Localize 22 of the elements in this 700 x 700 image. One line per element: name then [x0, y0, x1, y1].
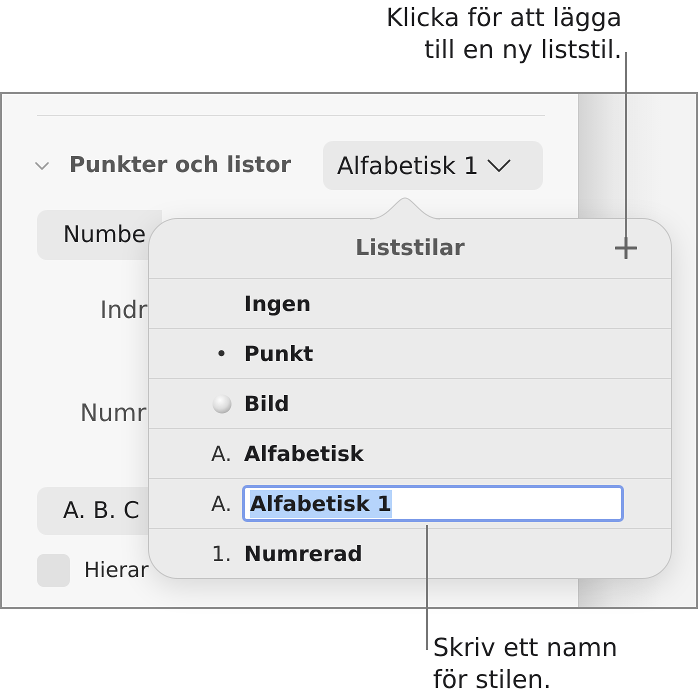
callout-text: Skriv ett namn för stilen. [433, 632, 619, 696]
style-name[interactable]: Punkt [244, 342, 314, 366]
list-marker: • [215, 342, 228, 366]
field-label: Numr [80, 399, 146, 427]
style-name[interactable]: Bild [244, 392, 290, 416]
popover-title: Liststilar [355, 236, 465, 261]
style-popup-button[interactable]: Alfabetisk 1 [323, 141, 543, 190]
checkbox-label: Hierar [84, 558, 149, 582]
style-name[interactable]: Alfabetisk [244, 442, 364, 466]
style-name[interactable]: Ingen [244, 292, 311, 316]
name-field[interactable]: Alfabetisk 1 [242, 485, 624, 522]
section-title: Punkter och listor [69, 153, 292, 178]
field-label: Indr [100, 296, 148, 324]
plus-icon[interactable] [615, 237, 637, 259]
list-marker: A. [211, 492, 232, 516]
callout-text: Klicka för att lägga till en ny liststil. [385, 2, 622, 66]
sphere-icon [212, 394, 232, 414]
list-marker: A. [211, 442, 232, 466]
style-name[interactable]: Numrerad [244, 542, 363, 566]
chevron-down-icon[interactable] [486, 158, 511, 172]
popup-button[interactable]: Numbe [37, 210, 162, 260]
list-marker: 1. [211, 542, 232, 566]
